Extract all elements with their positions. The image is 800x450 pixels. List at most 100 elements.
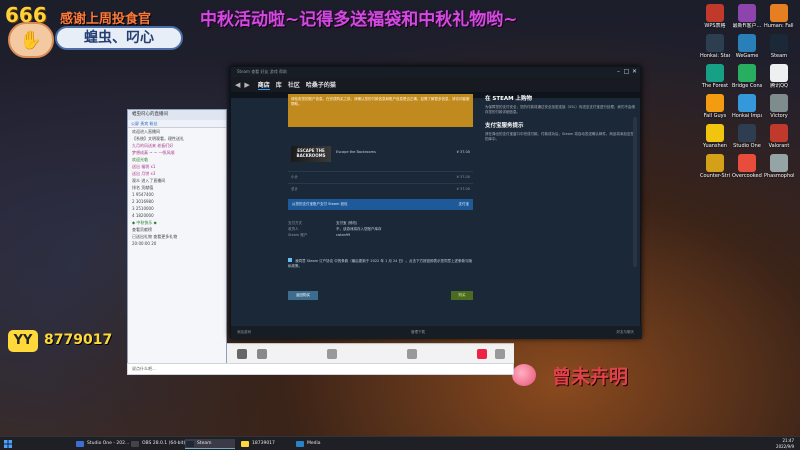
desktop-icon[interactable]: Victory [764, 94, 794, 119]
order-details: 支付方式 支付宝 (修改) 收货人 不，该游戏将存入您账户库存 Steam 账户 c… [288, 220, 473, 238]
overlay-thanks-text: 感谢上周投食官 [60, 12, 152, 27]
maximize-icon[interactable]: □ [623, 68, 630, 75]
desktop-icon[interactable]: 最新Fi客户... [732, 4, 762, 29]
taskbar-item[interactable]: Studio One - 202... [75, 439, 129, 449]
chat-message: 排名 贡献值 [132, 185, 154, 190]
app-icon [738, 4, 756, 22]
steam-menu-bar: Steam 查看 好友 游戏 帮助 – □ ✕ [231, 67, 640, 77]
app-icon [706, 4, 724, 22]
desktop-icon[interactable]: Phasmophobia [764, 154, 794, 179]
game-icon [770, 124, 788, 142]
steam-sidebar: 在 STEAM 上购物 为保障您的支付安全，您的付款将通过安全加密连接（SSL）… [485, 94, 635, 299]
camera-icon[interactable] [237, 349, 247, 359]
alipay-badge: 支付宝 [458, 202, 470, 206]
forward-arrow-icon[interactable]: ▶ [244, 81, 249, 89]
desktop-icon-label: Honkai Impact [732, 113, 762, 119]
chat-message: 1 9547400 [132, 192, 154, 197]
desktop-icon-label: Victory [770, 113, 788, 119]
desktop-icon-label: Steam [770, 53, 788, 59]
steam-tab[interactable]: 哈桑子的猫 [306, 80, 336, 90]
game-icon [770, 154, 788, 172]
purchase-button[interactable]: 购买 [451, 291, 473, 300]
desktop-icon[interactable]: Yuanshen [700, 124, 730, 149]
game-thumbnail[interactable]: ESCAPE THE BACKROOMS [291, 146, 331, 162]
desktop-icon[interactable]: Honkai Impact [732, 94, 762, 119]
add-game-button[interactable]: 添加游戏 [237, 326, 251, 339]
steam-tab[interactable]: 商店 [257, 80, 270, 90]
agree-checkbox[interactable] [288, 258, 292, 262]
desktop-icon[interactable]: Fall Guys [700, 94, 730, 119]
desktop-icon[interactable]: Honkai: Star Rail [700, 34, 730, 59]
chat-message: 欢迎进入直播间 [132, 129, 160, 134]
game-price: ¥ 37.00 [456, 150, 470, 154]
game-icon [770, 4, 788, 22]
desktop-icon-label: Studio One [733, 143, 761, 149]
desktop-icon[interactable]: WeGame [732, 34, 762, 59]
emoji-icon[interactable] [327, 349, 337, 359]
desktop-icon[interactable]: 腾讯QQ [764, 64, 794, 89]
taskbar-item-label: Media [307, 441, 321, 446]
payment-method-text: 从您的支付宝账户支付 Steam 钱包 [292, 202, 348, 206]
desktop-icon[interactable]: The Forest [700, 64, 730, 89]
desktop-icon[interactable]: Human: Fall Flat [764, 4, 794, 29]
record-icon[interactable] [477, 349, 487, 359]
player-toolbar [227, 343, 514, 363]
desktop-icon[interactable]: Overcooked 2 [732, 154, 762, 179]
game-icon [738, 154, 756, 172]
game-icon [706, 34, 724, 52]
microphone-icon[interactable] [257, 349, 267, 359]
chat-message: 梦想成真 ~ ~ 一帆风顺 [132, 150, 175, 155]
chat-message: 九月的风送来 老板们好 [132, 143, 174, 148]
chat-tabs[interactable]: 公屏 贵宾 粉丝 [128, 120, 226, 128]
steam-menu[interactable]: Steam 查看 好友 游戏 帮助 [237, 69, 287, 74]
system-clock[interactable]: 21:47 2022/9/9 [776, 438, 794, 450]
desktop-icon[interactable]: WPS表格 [700, 4, 730, 29]
taskbar-item[interactable]: Media [295, 439, 345, 449]
taskbar-item[interactable]: OBS 28.0.1 (64-bit) [130, 439, 185, 449]
taskbar-item-label: OBS 28.0.1 (64-bit) [142, 441, 186, 446]
taskbar-app-icon [296, 441, 304, 447]
desktop-icon[interactable]: Steam [764, 34, 794, 59]
streamer-signature: 曾未卉明 [552, 366, 629, 388]
close-icon[interactable]: ✕ [631, 68, 638, 75]
back-arrow-icon[interactable]: ◀ [235, 81, 240, 89]
minimize-icon[interactable]: – [615, 68, 622, 75]
payment-method-box[interactable]: 从您的支付宝账户支付 Steam 钱包 支付宝 [288, 199, 473, 210]
windows-start-icon[interactable] [4, 440, 12, 448]
desktop-icon-label: WPS表格 [704, 23, 726, 29]
taskbar-item[interactable]: Steam [185, 439, 235, 449]
desktop-icon[interactable]: Bridge Constructor [732, 64, 762, 89]
friends-chat-button[interactable]: 好友与聊天 [617, 326, 635, 339]
subtotal-label: 小计 [291, 175, 298, 179]
comment-input[interactable]: 说点什么吧... [127, 363, 514, 375]
warning-notice: 请检查您的账户信息。在完成购买之前，请确认您的付款信息和账户信息是否正确。如需了… [288, 94, 473, 127]
desktop-icon[interactable]: Valorant [764, 124, 794, 149]
chat-message: 【系统】文明观看，理性送礼 [132, 136, 184, 141]
downloads-button[interactable]: 管理下载 [411, 326, 425, 339]
chat-message: 送出 福袋 x1 [132, 164, 156, 169]
settings-icon[interactable] [495, 349, 505, 359]
desktop-icon[interactable]: Studio One [732, 124, 762, 149]
desktop-icon-label: Counter-Strike: Global Off... [700, 173, 730, 179]
steam-tab[interactable]: 社区 [288, 80, 300, 90]
desktop-icon-label: Human: Fall Flat [764, 23, 794, 29]
taskbar-item[interactable]: 18739017 [240, 439, 290, 449]
back-button[interactable]: 返回购买 [288, 291, 318, 300]
sidebar-subtitle: 支付宝服务提示 [485, 123, 524, 129]
steam-icon [770, 34, 788, 52]
chat-message: 20:00:00 20 [132, 241, 157, 246]
gift-icon[interactable] [407, 349, 417, 359]
taskbar-app-icon [76, 441, 84, 447]
game-name[interactable]: Escape the Backrooms [336, 150, 376, 154]
yy-logo-icon: YY [8, 330, 38, 352]
chat-messages: 欢迎进入直播间【系统】文明观看，理性送礼 九月的风送来 老板们好 梦想成真 ~ ~ … [128, 128, 226, 247]
detail-row: Steam 账户 catan99 [288, 232, 473, 238]
sidebar-title: 在 STEAM 上购物 [485, 96, 533, 102]
game-icon [706, 154, 724, 172]
desktop-icon[interactable]: Counter-Strike: Global Off... [700, 154, 730, 179]
steam-tab[interactable]: 库 [276, 80, 282, 90]
desktop-icon-label: The Forest [701, 83, 729, 89]
qq-icon [770, 64, 788, 82]
heart-icon [512, 364, 536, 386]
scrollbar[interactable] [633, 117, 637, 267]
